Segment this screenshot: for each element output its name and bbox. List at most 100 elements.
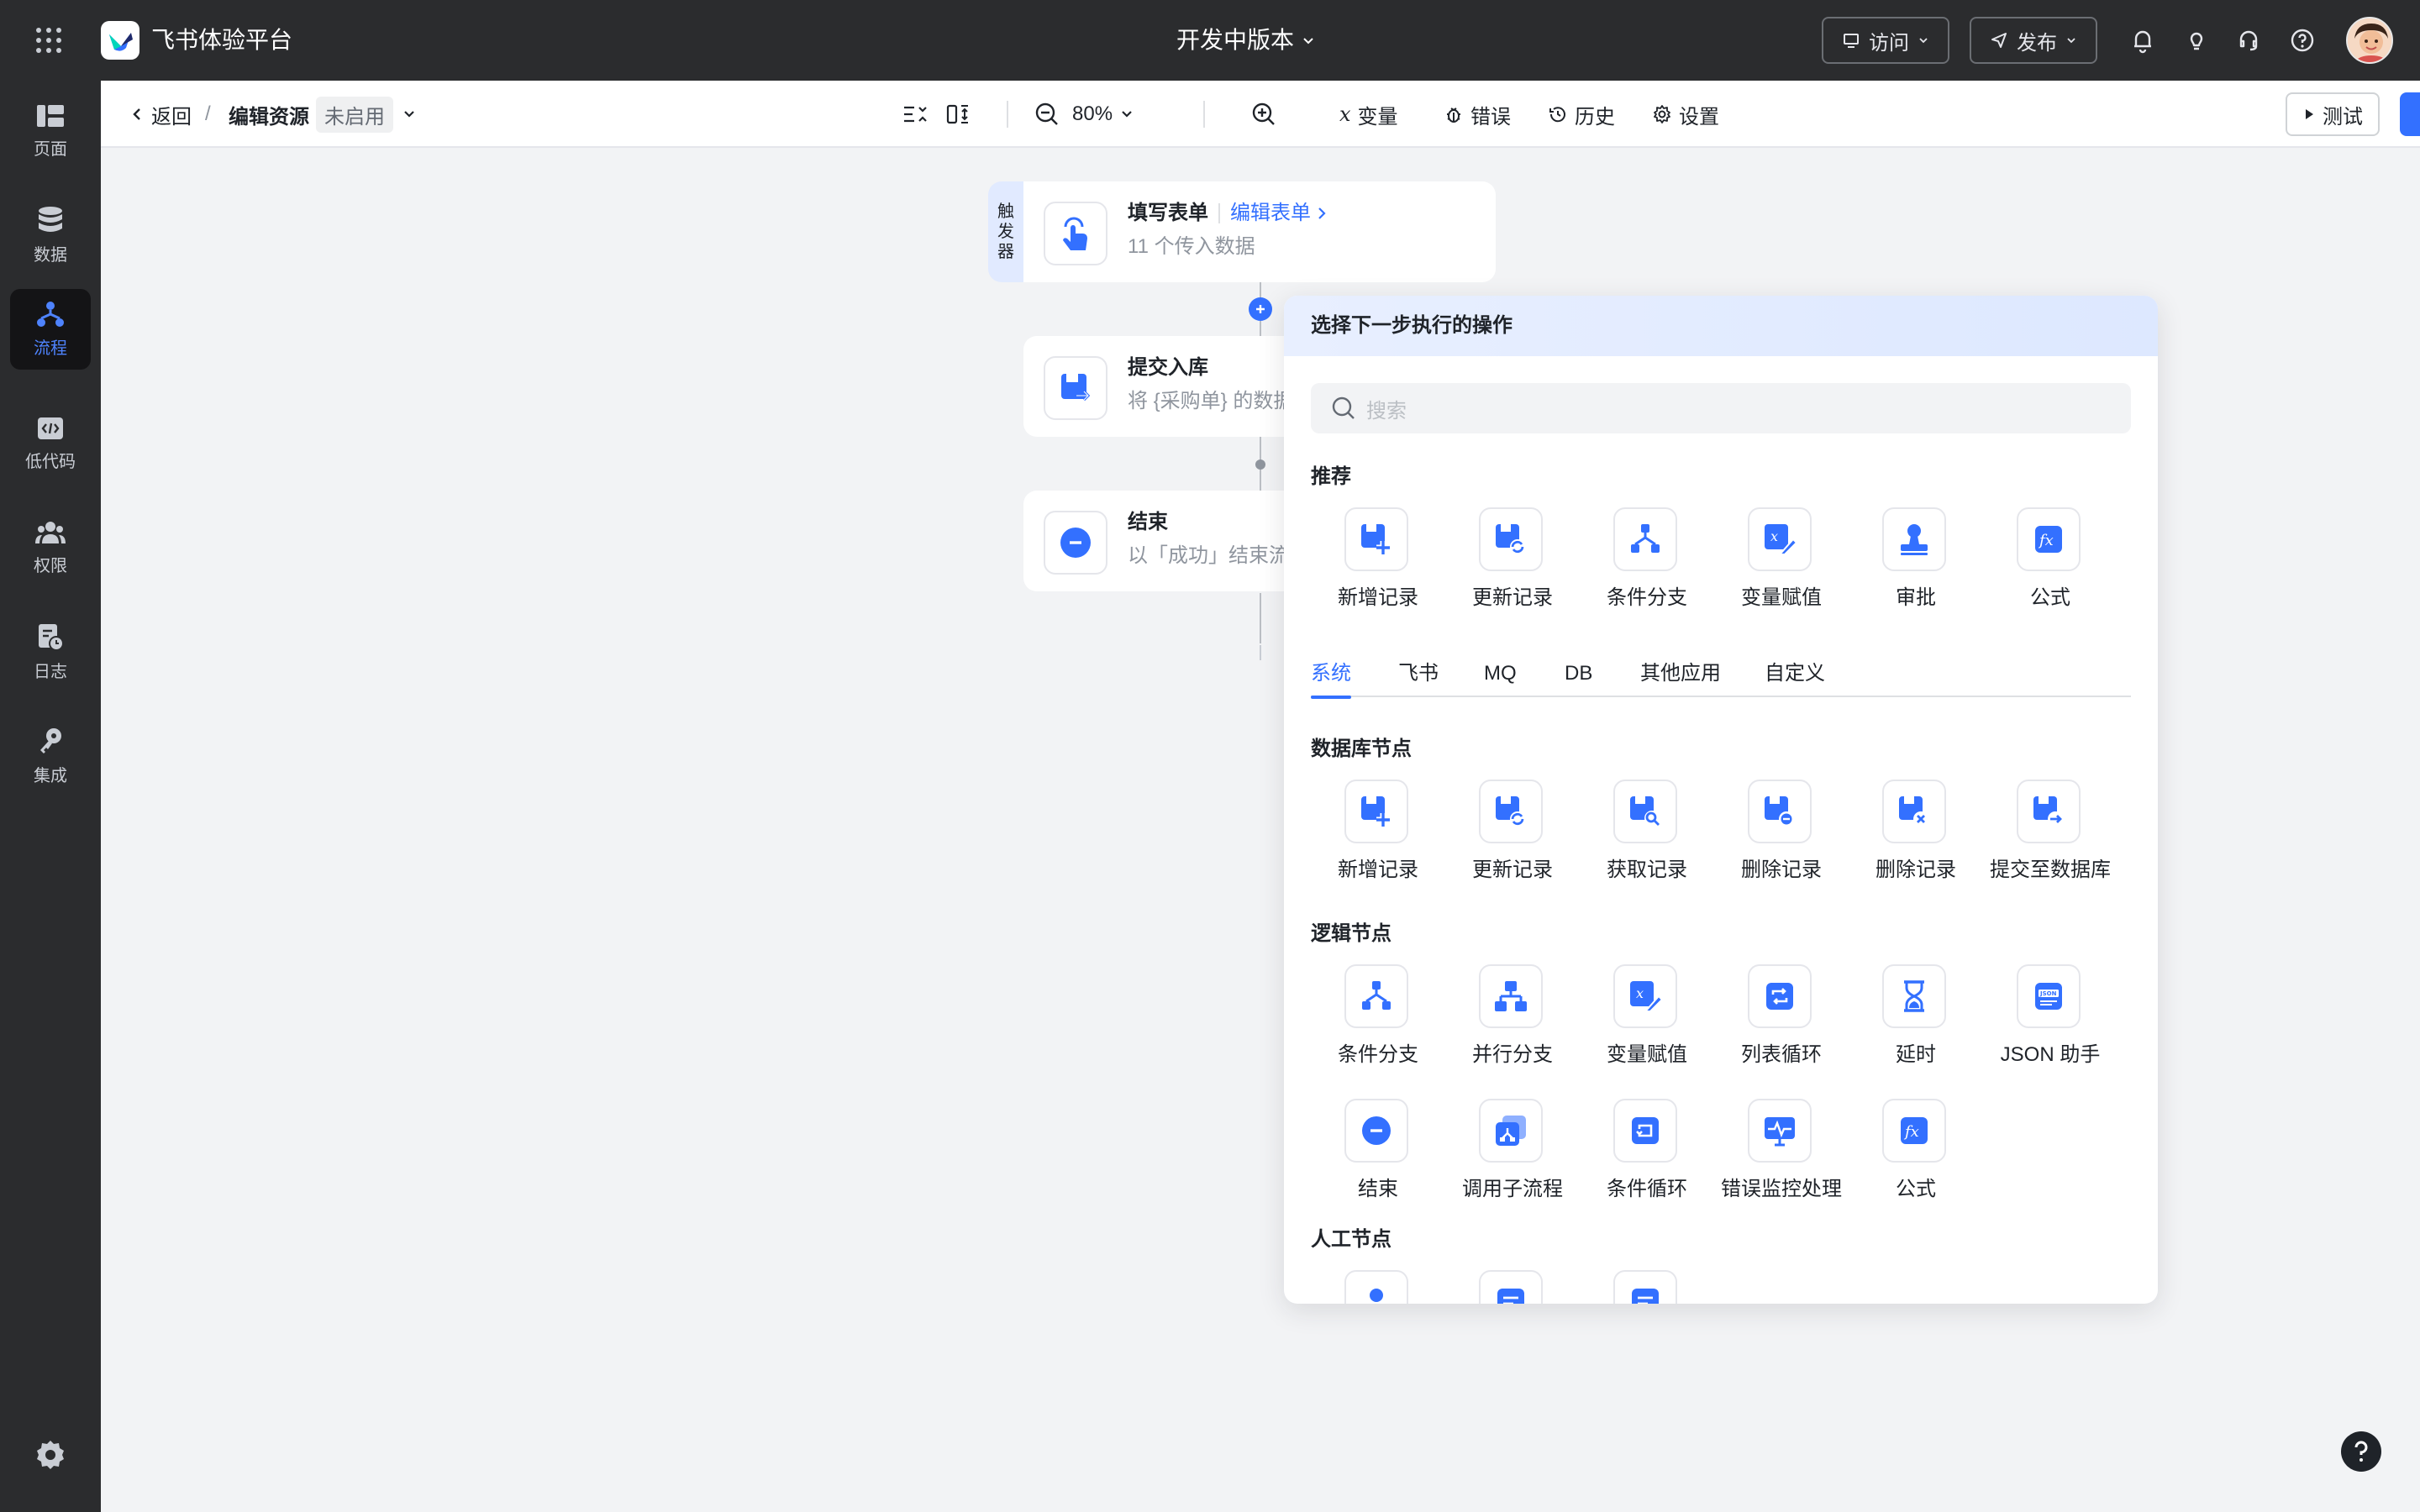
sidebar-item-integration[interactable]: 集成	[10, 716, 91, 796]
question-icon	[2354, 1441, 2368, 1462]
tab-custom[interactable]: 自定义	[1765, 657, 1825, 697]
sidebar-item-permission[interactable]: 权限	[10, 507, 91, 588]
manual-task-icon	[1370, 1289, 1383, 1302]
action-item[interactable]: 审批	[1849, 507, 1983, 618]
action-item[interactable]: JSON JSON 助手	[1983, 964, 2118, 1075]
bug-icon	[1447, 108, 1460, 123]
headset-icon[interactable]	[2233, 25, 2264, 55]
code-icon	[38, 417, 63, 439]
action-item[interactable]: 列表循环	[1714, 964, 1849, 1075]
tab-db[interactable]: DB	[1565, 657, 1592, 697]
sidebar-item-log[interactable]: 日志	[10, 612, 91, 692]
zoom-selector[interactable]: 80%	[1072, 81, 1134, 148]
connector-line	[1260, 282, 1261, 299]
monitor-icon	[1844, 34, 1859, 48]
action-item[interactable]: 条件循环	[1580, 1099, 1714, 1210]
action-item[interactable]: fx 公式	[1983, 507, 2118, 618]
action-item[interactable]: 删除记录	[1714, 780, 1849, 890]
action-item[interactable]: 条件分支	[1580, 507, 1714, 618]
sidebar-item-flow[interactable]: 流程	[10, 289, 91, 370]
help-button[interactable]	[2341, 1431, 2381, 1472]
app-grid-icon[interactable]	[34, 25, 64, 55]
zoom-in-icon[interactable]	[1250, 81, 1277, 148]
search-input[interactable]: 搜索	[1311, 383, 2131, 433]
action-item[interactable]	[1580, 1270, 1714, 1304]
log-icon	[39, 623, 64, 651]
action-item[interactable]: 更新记录	[1445, 507, 1580, 618]
action-item[interactable]: 新增记录	[1311, 780, 1445, 890]
action-item[interactable]: 新增记录	[1311, 507, 1445, 618]
action-item[interactable]: x 变量赋值	[1714, 507, 1849, 618]
branch-icon	[1362, 981, 1391, 1010]
collapse-icon[interactable]	[901, 81, 928, 148]
action-item[interactable]: 并行分支	[1445, 964, 1580, 1075]
action-item[interactable]: 延时	[1849, 964, 1983, 1075]
test-button[interactable]: 测试	[2286, 92, 2380, 136]
submit-button[interactable]: 提交	[2400, 92, 2420, 136]
action-item[interactable]	[1445, 1270, 1580, 1304]
sidebar-item-lowcode[interactable]: 低代码	[10, 403, 91, 484]
avatar[interactable]	[2346, 17, 2393, 64]
node-subtitle: 将 {采购单} 的数据	[1128, 390, 1294, 412]
action-item[interactable]: 结束	[1311, 1099, 1445, 1210]
bell-icon[interactable]	[2128, 25, 2158, 55]
sidebar-item-label: 数据	[34, 245, 67, 265]
action-item[interactable]: 获取记录	[1580, 780, 1714, 890]
page-icon	[37, 104, 64, 127]
chevron-left-icon	[133, 108, 140, 120]
action-item[interactable]: x 变量赋值	[1580, 964, 1714, 1075]
chevron-down-icon	[1303, 38, 1313, 45]
add-step-button[interactable]	[1249, 297, 1272, 321]
key-icon	[40, 727, 61, 753]
action-item[interactable]: 错误监控处理	[1714, 1099, 1849, 1210]
node-title: 结束	[1128, 511, 1168, 533]
settings-button[interactable]: 设置	[1652, 81, 1719, 148]
action-item[interactable]: 更新记录	[1445, 780, 1580, 890]
variables-button[interactable]: 𝑥 变量	[1339, 81, 1398, 148]
action-item[interactable]: 调用子流程	[1445, 1099, 1580, 1210]
edit-form-link[interactable]: 编辑表单	[1230, 198, 1328, 228]
tap-hand-icon	[1063, 217, 1087, 250]
node-subtitle: 11 个传入数据	[1128, 235, 1255, 258]
tab-system[interactable]: 系统	[1311, 657, 1351, 699]
status-dropdown[interactable]: 未启用	[316, 81, 417, 148]
action-item[interactable]	[1311, 1270, 1445, 1304]
svg-text:x: x	[1770, 528, 1778, 544]
gear-icon	[1654, 105, 1670, 123]
action-item[interactable]: fx 公式	[1849, 1099, 1983, 1210]
svg-text:x: x	[1636, 985, 1644, 1001]
section-title-logic: 逻辑节点	[1311, 922, 1392, 945]
version-selector[interactable]: 开发中版本	[1176, 24, 1316, 57]
action-picker-panel: 选择下一步执行的操作 搜索 推荐 新增记录 更新记录 条件分支 x 变量赋值 审…	[1284, 296, 2158, 1304]
formula-icon: fx	[1901, 1117, 1928, 1144]
page-title: 编辑资源	[229, 105, 309, 129]
publish-button[interactable]: 发布	[1970, 17, 2097, 64]
tab-other-apps[interactable]: 其他应用	[1640, 657, 1721, 697]
sidebar-item-label: 流程	[34, 339, 67, 358]
action-item[interactable]: 提交至数据库	[1983, 780, 2118, 890]
back-button[interactable]: 返回	[129, 81, 192, 148]
sidebar-item-pages[interactable]: 页面	[10, 91, 91, 171]
trigger-node[interactable]: 填写表单 编辑表单 11 个传入数据	[1023, 181, 1496, 282]
delete-record-icon	[1765, 796, 1794, 827]
category-tabs: 系统 飞书 MQ DB 其他应用 自定义	[1311, 657, 2131, 699]
trigger-tag: 触 发 器	[988, 181, 1023, 282]
node-icon	[1044, 202, 1107, 265]
layout-icon[interactable]	[944, 81, 971, 148]
tab-mq[interactable]: MQ	[1484, 657, 1517, 697]
tab-feishu[interactable]: 飞书	[1398, 657, 1439, 697]
action-item[interactable]: 条件分支	[1311, 964, 1445, 1075]
gear-icon[interactable]	[34, 1438, 67, 1472]
help-circle-icon[interactable]	[2287, 25, 2317, 55]
stop-circle-icon	[1362, 1116, 1391, 1145]
publish-label: 发布	[2017, 31, 2057, 55]
app-title: 飞书体验平台	[151, 27, 293, 53]
action-item[interactable]: 删除记录	[1849, 780, 1983, 890]
sidebar: 页面 数据 流程 低代码 权限 日志 集成	[0, 81, 101, 1512]
lightbulb-icon[interactable]	[2181, 25, 2212, 55]
errors-button[interactable]: 错误	[1444, 81, 1511, 148]
history-button[interactable]: 历史	[1548, 81, 1615, 148]
zoom-out-icon[interactable]	[1034, 81, 1060, 148]
visit-button[interactable]: 访问	[1822, 17, 1949, 64]
sidebar-item-data[interactable]: 数据	[10, 195, 91, 276]
